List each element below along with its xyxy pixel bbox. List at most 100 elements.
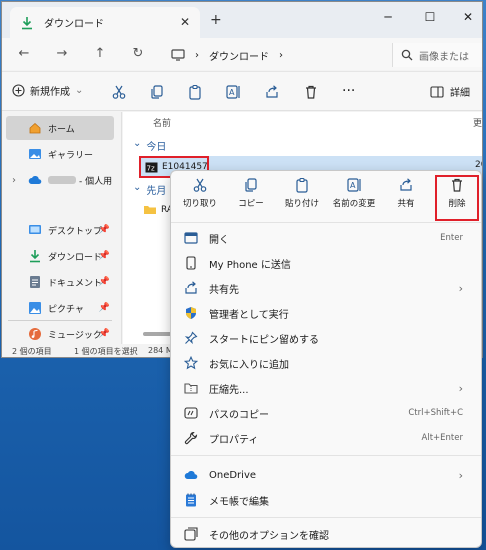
chevron-right-icon: › [458,281,463,295]
cut-icon [192,177,208,193]
menu-item-send-to-phone[interactable]: My Phone に送信 [179,251,473,275]
svg-text:A: A [350,181,356,190]
paste-button[interactable]: 貼り付け [277,177,327,219]
desktop-icon [28,223,42,237]
pin-icon: 📌 [98,303,110,313]
list-item[interactable]: RA [143,204,173,215]
sidebar-item-documents[interactable]: ドキュメント 📌 [6,270,114,294]
share-icon [398,177,414,193]
details-label: 詳細 [450,88,470,99]
gallery-icon [28,147,42,161]
sidebar-item-label: デスクトップ [48,226,103,237]
breadcrumb-current[interactable]: ダウンロード [209,48,269,63]
shield-icon [183,305,199,321]
group-header-today[interactable]: ⌄ 今日 [133,138,166,153]
menu-item-run-as-admin[interactable]: 管理者として実行 [179,301,473,325]
details-button[interactable]: 詳細 [430,84,470,99]
home-icon [28,121,42,135]
share-icon [183,280,199,296]
rename-icon[interactable]: A [223,83,243,101]
cut-button[interactable]: 切り取り [175,177,225,219]
item-count: 2 個の項目 [12,347,52,356]
chevron-down-icon: ⌄ [75,85,84,96]
share-icon[interactable] [262,83,282,101]
sidebar-item-home[interactable]: ホーム [6,116,114,140]
svg-text:A: A [229,88,235,97]
delete-button[interactable]: 削除 [435,175,479,221]
search-placeholder: 画像または [419,51,469,63]
menu-item-show-more-options[interactable]: その他のオプションを確認 [179,522,473,546]
menu-item-pin-to-start[interactable]: スタートにピン留めする [179,326,473,350]
sidebar-item-desktop[interactable]: デスクトップ 📌 [6,218,114,242]
expand-chevron-icon[interactable]: › [12,175,16,186]
search-input[interactable]: 画像または [392,43,482,67]
more-options-icon [183,526,199,542]
column-header-date[interactable]: 更 [473,116,482,129]
menu-separator [171,455,481,456]
menu-item-add-to-favorites[interactable]: お気に入りに追加 [179,351,473,375]
sidebar-item-label: ミュージック [48,330,102,341]
chevron-right-icon: › [458,381,463,395]
new-button[interactable]: 新規作成 ⌄ [12,83,83,98]
context-menu: 切り取り コピー 貼り付け A 名前の変更 共有 削除 開く Enter My … [170,170,482,548]
phone-icon [183,255,199,271]
copy-button[interactable]: コピー [226,177,276,219]
tab-downloads[interactable]: ダウンロード ✕ [10,7,200,38]
menu-item-edit-in-notepad[interactable]: メモ帳で編集 [179,488,473,512]
trash-icon[interactable] [301,83,321,101]
menu-item-share-with[interactable]: 共有先 › [179,276,473,300]
menu-item-properties[interactable]: プロパティ Alt+Enter [179,426,473,450]
cut-icon[interactable] [109,83,129,101]
new-label: 新規作成 [30,87,70,98]
sidebar-item-label: ホーム [48,124,75,135]
cloud-icon [183,467,199,483]
menu-item-onedrive[interactable]: OneDrive › [179,463,473,487]
blurred-account-name [48,176,76,184]
notepad-icon [183,492,199,508]
trash-icon [449,177,465,193]
back-button[interactable]: ← [16,46,32,61]
menu-item-copy-path[interactable]: パスのコピー Ctrl+Shift+C [179,401,473,425]
sidebar-item-music[interactable]: ミュージック 📌 [6,322,114,346]
wrench-icon [183,430,199,446]
breadcrumb[interactable]: › ダウンロード › [165,43,385,67]
share-button[interactable]: 共有 [381,177,431,219]
sidebar-item-downloads[interactable]: ダウンロード 📌 [6,244,114,268]
copy-icon [243,177,259,193]
maximize-button[interactable]: ☐ [410,6,450,28]
refresh-button[interactable]: ↻ [130,46,146,61]
pin-icon: 📌 [98,329,110,339]
search-icon [401,49,413,61]
folder-icon [143,204,157,215]
pin-icon [183,330,199,346]
menu-item-compress-to[interactable]: 圧縮先... › [179,376,473,400]
group-header-last-month[interactable]: ⌄ 先月 [133,182,166,197]
sidebar-item-pictures[interactable]: ピクチャ 📌 [6,296,114,320]
more-options-button[interactable]: ··· [342,83,355,99]
7z-archive-icon: 7z [145,162,158,173]
command-bar: 新規作成 ⌄ A ··· 詳細 [2,71,482,111]
rename-button[interactable]: A 名前の変更 [329,177,379,219]
up-button[interactable]: ↑ [92,46,108,61]
plus-circle-icon [12,84,25,97]
menu-separator [171,517,481,518]
paste-icon[interactable] [185,83,205,101]
tab-close-icon[interactable]: ✕ [180,15,190,29]
monitor-icon [171,49,185,61]
forward-button[interactable]: → [54,46,70,61]
menu-item-open[interactable]: 開く Enter [179,226,473,250]
download-icon [28,249,42,263]
sidebar-item-onedrive[interactable]: › - 個人用 [6,168,114,192]
chevron-down-icon: ⌄ [133,182,142,193]
minimize-button[interactable]: ─ [368,6,408,28]
sidebar-item-gallery[interactable]: ギャラリー [6,142,114,166]
copy-icon[interactable] [147,83,167,101]
tab-title: ダウンロード [44,19,104,30]
new-tab-button[interactable]: + [210,12,222,28]
title-bar: ダウンロード ✕ + ─ ☐ ✕ [2,2,482,38]
close-button[interactable]: ✕ [448,6,482,28]
paste-icon [294,177,310,193]
sidebar-item-label: ドキュメント [48,278,103,289]
horizontal-scrollbar[interactable] [143,332,173,336]
column-header-name[interactable]: 名前 [153,116,171,129]
